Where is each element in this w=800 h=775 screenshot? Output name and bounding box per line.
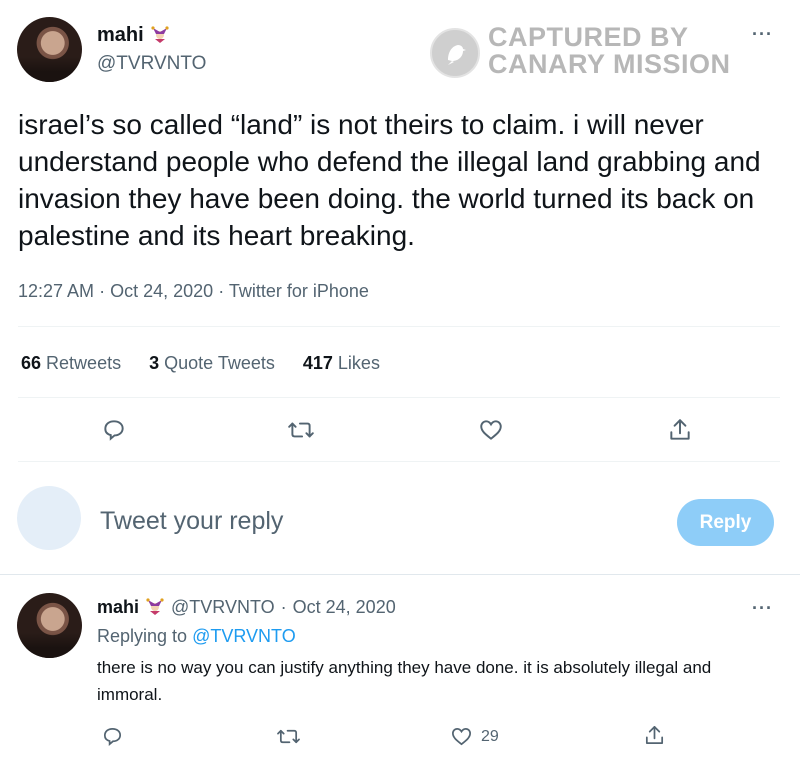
reply-retweet-action-icon[interactable] [276, 725, 301, 748]
retweets-count: 66 [21, 353, 42, 373]
meta-separator: · [218, 281, 225, 301]
author-handle[interactable]: @TVRVNTO [97, 53, 206, 75]
like-action-icon[interactable] [478, 417, 504, 443]
likes-count: 417 [302, 353, 333, 373]
reply-header: mahi @TVRVNTO · Oct 24, 2020 [97, 596, 396, 619]
meta-separator: · [99, 281, 106, 301]
reply-author-avatar[interactable] [17, 593, 82, 658]
likes-stat[interactable]: 417 Likes [303, 353, 380, 374]
reply-likes-count: 29 [481, 727, 499, 745]
replying-to-link[interactable]: @TVRVNTO [192, 626, 296, 646]
divider [18, 397, 780, 398]
author-name[interactable]: mahi [97, 24, 144, 47]
watermark-line-1: CAPTURED BY [488, 22, 689, 52]
stats-row: 66 Retweets 3 Quote Tweets 417 Likes [21, 353, 380, 374]
quote-tweets-label: Quote Tweets [164, 353, 275, 373]
composer-avatar [17, 486, 81, 550]
reply-share-action-icon[interactable] [643, 724, 666, 747]
reply-button[interactable]: Reply [677, 499, 774, 546]
reply-reply-action-icon[interactable] [101, 725, 124, 748]
retweet-action-icon[interactable] [287, 417, 315, 443]
more-options-icon[interactable]: ··· [752, 24, 773, 45]
reply-date[interactable]: Oct 24, 2020 [293, 597, 396, 618]
author-avatar[interactable] [17, 17, 82, 82]
tweet-text: israel’s so called “land” is not theirs … [18, 109, 761, 251]
reply-more-options-icon[interactable]: ··· [752, 598, 773, 619]
tweet-source[interactable]: Twitter for iPhone [229, 281, 369, 301]
heart-icon [450, 725, 473, 748]
reply-separator: · [280, 597, 287, 617]
retweets-stat[interactable]: 66 Retweets [21, 353, 121, 374]
replying-to: Replying to @TVRVNTO [97, 626, 296, 647]
share-action-icon[interactable] [667, 417, 693, 443]
replying-to-prefix: Replying to [97, 626, 188, 646]
quote-tweets-count: 3 [149, 353, 160, 373]
reply-like-action[interactable]: 29 [450, 725, 499, 748]
quote-tweets-stat[interactable]: 3 Quote Tweets [149, 353, 275, 374]
canary-bird-logo-icon [430, 28, 480, 78]
retweets-label: Retweets [46, 353, 122, 373]
tweet-date[interactable]: Oct 24, 2020 [110, 281, 213, 301]
tweet-time[interactable]: 12:27 AM [18, 281, 94, 301]
reply-text: there is no way you can justify anything… [97, 658, 712, 704]
reply-action-icon[interactable] [101, 417, 127, 443]
reply-author-handle[interactable]: @TVRVNTO [171, 597, 275, 618]
section-divider [0, 574, 800, 575]
jester-emoji-icon [145, 596, 165, 619]
likes-label: Likes [337, 353, 380, 373]
divider [18, 461, 780, 462]
watermark-line-2: CANARY MISSION [488, 49, 731, 79]
reply-input[interactable]: Tweet your reply [100, 507, 283, 536]
tweet-meta: 12:27 AM · Oct 24, 2020 · Twitter for iP… [18, 281, 369, 302]
reply-author-name[interactable]: mahi [97, 597, 139, 618]
divider [18, 326, 780, 327]
jester-emoji-icon [150, 24, 170, 47]
